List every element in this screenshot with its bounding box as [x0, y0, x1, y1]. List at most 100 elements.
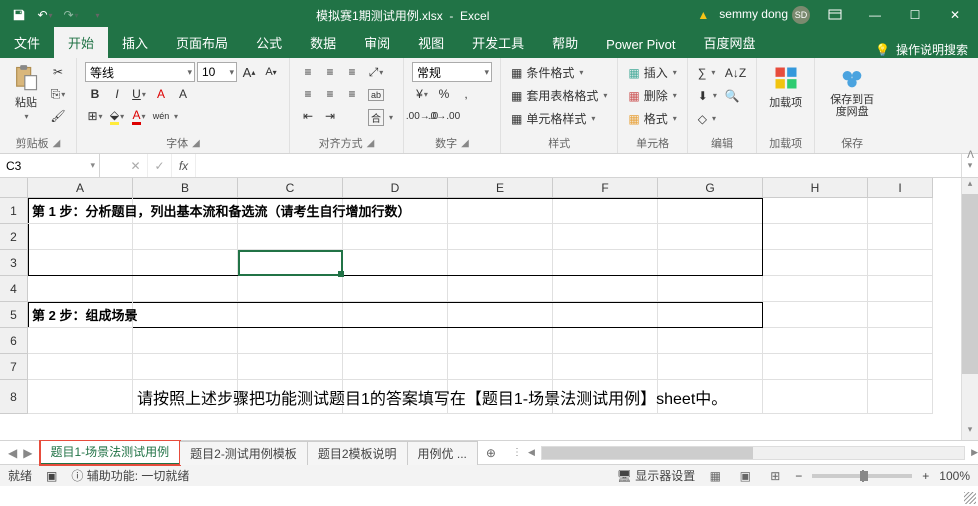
- fx-icon[interactable]: fx: [172, 154, 196, 177]
- cell[interactable]: [448, 198, 553, 224]
- percent-icon[interactable]: %: [434, 84, 454, 104]
- cell[interactable]: [343, 224, 448, 250]
- row-header-8[interactable]: 8: [0, 380, 28, 414]
- col-header-B[interactable]: B: [133, 178, 238, 198]
- cell[interactable]: [448, 224, 553, 250]
- insert-cells-button[interactable]: ▦插入▾: [626, 62, 678, 83]
- delete-cells-button[interactable]: ▦删除▾: [626, 85, 678, 106]
- number-launcher[interactable]: ◢: [461, 138, 469, 149]
- vertical-scrollbar[interactable]: ▴ ▾: [961, 178, 978, 440]
- col-header-E[interactable]: E: [448, 178, 553, 198]
- align-left-icon[interactable]: ≡: [298, 84, 318, 104]
- cell[interactable]: [868, 302, 933, 328]
- clipboard-launcher[interactable]: ◢: [53, 138, 61, 149]
- underline-button[interactable]: U▾: [129, 84, 149, 104]
- sheet-tab-1[interactable]: 题目1-场景法测试用例: [40, 440, 180, 465]
- addins-button[interactable]: 加载项: [765, 62, 806, 112]
- cell[interactable]: [343, 302, 448, 328]
- cell[interactable]: [133, 354, 238, 380]
- minimize-icon[interactable]: —: [860, 5, 890, 25]
- format-as-table-button[interactable]: ▦套用表格格式▾: [509, 85, 609, 106]
- double-a-icon[interactable]: A: [151, 84, 171, 104]
- cell[interactable]: [343, 328, 448, 354]
- cell[interactable]: [553, 328, 658, 354]
- phonetic-icon[interactable]: wén: [151, 106, 171, 126]
- cell[interactable]: [868, 250, 933, 276]
- tab-developer[interactable]: 开发工具: [458, 27, 538, 58]
- undo-icon[interactable]: ↶▾: [34, 4, 56, 26]
- cell[interactable]: [658, 198, 763, 224]
- cell[interactable]: [868, 224, 933, 250]
- cell[interactable]: [553, 250, 658, 276]
- sheet-tab-4[interactable]: 用例优 ...: [408, 441, 478, 465]
- cell[interactable]: 第 1 步：分析题目，列出基本流和备选流（请考生自行增加行数）: [28, 198, 133, 224]
- align-middle-icon[interactable]: ≡: [320, 62, 340, 82]
- increase-indent-icon[interactable]: ⇥: [320, 106, 340, 126]
- cell[interactable]: [553, 276, 658, 302]
- tab-formulas[interactable]: 公式: [242, 27, 296, 58]
- record-macro-icon[interactable]: ▣: [46, 469, 57, 483]
- cell[interactable]: [133, 302, 238, 328]
- clear-button[interactable]: ◇▾: [696, 108, 719, 129]
- column-headers[interactable]: ABCDEFGHI: [28, 178, 933, 198]
- row-header-3[interactable]: 3: [0, 250, 28, 276]
- paste-button[interactable]: 粘贴▾: [8, 62, 44, 123]
- cell[interactable]: [448, 328, 553, 354]
- tab-home[interactable]: 开始: [54, 27, 108, 58]
- tell-me-search[interactable]: 操作说明搜索: [896, 41, 968, 58]
- tab-review[interactable]: 审阅: [350, 27, 404, 58]
- tab-view[interactable]: 视图: [404, 27, 458, 58]
- align-right-icon[interactable]: ≡: [342, 84, 362, 104]
- merge-button[interactable]: 合▾: [366, 107, 395, 128]
- ribbon-display-icon[interactable]: [820, 5, 850, 25]
- hscroll-left[interactable]: ◀: [528, 447, 535, 458]
- cell[interactable]: [868, 198, 933, 224]
- page-break-view-icon[interactable]: ⊞: [765, 468, 785, 484]
- cell[interactable]: [343, 250, 448, 276]
- font-launcher[interactable]: ◢: [192, 138, 200, 149]
- display-settings[interactable]: 🖥 显示器设置: [617, 467, 696, 484]
- horizontal-scrollbar[interactable]: [541, 446, 965, 460]
- row-header-4[interactable]: 4: [0, 276, 28, 302]
- user-name[interactable]: semmy dongSD: [719, 6, 810, 24]
- save-icon[interactable]: [8, 4, 30, 26]
- currency-icon[interactable]: ¥▾: [412, 84, 432, 104]
- fill-button[interactable]: ⬇▾: [696, 85, 719, 106]
- sheet-tab-3[interactable]: 题目2模板说明: [308, 441, 408, 465]
- cell[interactable]: [448, 276, 553, 302]
- cell[interactable]: 请按照上述步骤把功能测试题目1的答案填写在【题目1-场景法测试用例】sheet中…: [133, 380, 238, 414]
- cell[interactable]: [763, 250, 868, 276]
- formula-input[interactable]: [196, 154, 961, 177]
- cell[interactable]: [553, 354, 658, 380]
- align-top-icon[interactable]: ≡: [298, 62, 318, 82]
- border-icon[interactable]: ⊞▾: [85, 106, 105, 126]
- col-header-G[interactable]: G: [658, 178, 763, 198]
- col-header-H[interactable]: H: [763, 178, 868, 198]
- sort-filter-button[interactable]: A↓Z: [723, 62, 748, 83]
- cell[interactable]: [763, 302, 868, 328]
- copy-icon[interactable]: ⎘▾: [48, 84, 68, 104]
- col-header-F[interactable]: F: [553, 178, 658, 198]
- cell[interactable]: [28, 380, 133, 414]
- font-size-combo[interactable]: 10: [197, 62, 237, 82]
- align-launcher[interactable]: ◢: [367, 138, 375, 149]
- row-headers[interactable]: 12345678: [0, 198, 28, 414]
- tab-baidu[interactable]: 百度网盘: [690, 27, 770, 58]
- cell[interactable]: [28, 328, 133, 354]
- tab-insert[interactable]: 插入: [108, 27, 162, 58]
- row-header-5[interactable]: 5: [0, 302, 28, 328]
- page-layout-view-icon[interactable]: ▣: [735, 468, 755, 484]
- redo-icon[interactable]: ↷▾: [60, 4, 82, 26]
- cell[interactable]: [553, 224, 658, 250]
- cut-icon[interactable]: ✂: [48, 62, 68, 82]
- cell[interactable]: [133, 276, 238, 302]
- cell[interactable]: [28, 276, 133, 302]
- cell[interactable]: [868, 354, 933, 380]
- tab-file[interactable]: 文件: [0, 27, 54, 58]
- font-family-combo[interactable]: 等线: [85, 62, 195, 82]
- cancel-formula-icon[interactable]: ✕: [124, 154, 148, 177]
- add-sheet-button[interactable]: ⊕: [478, 446, 504, 460]
- collapse-ribbon-icon[interactable]: ᐱ: [967, 150, 974, 161]
- name-box[interactable]: C3: [0, 154, 100, 177]
- autosum-button[interactable]: ∑▾: [696, 62, 719, 83]
